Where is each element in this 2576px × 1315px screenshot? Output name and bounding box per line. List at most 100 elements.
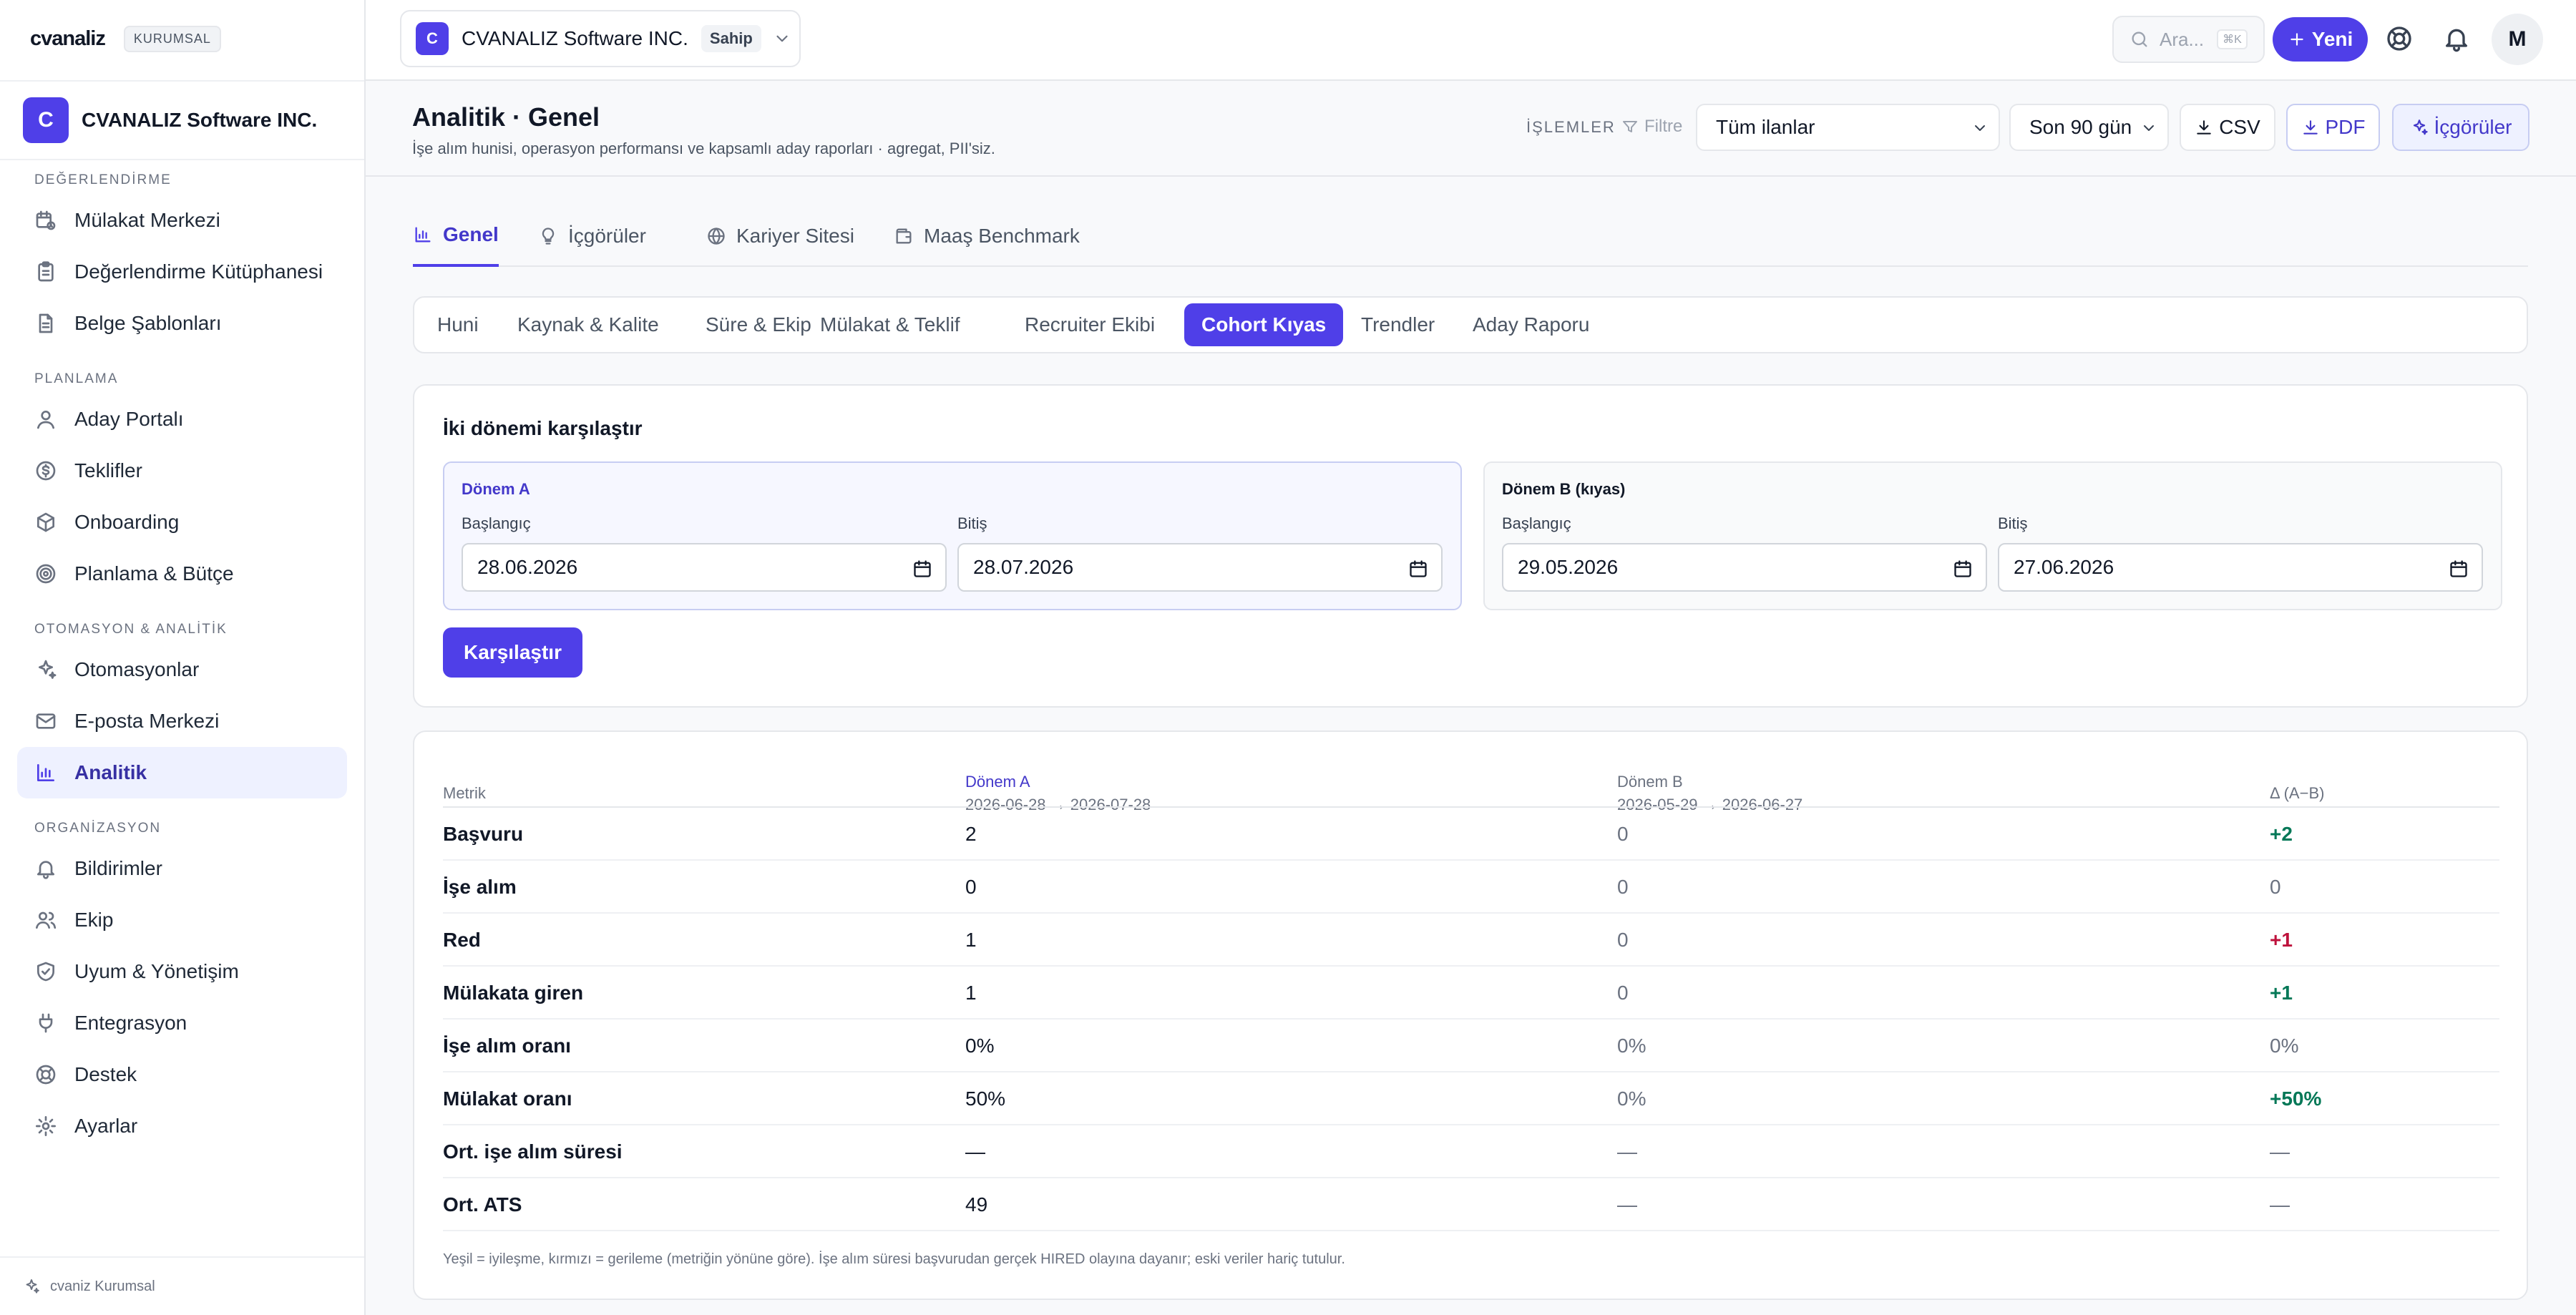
sidebar-item-analitik[interactable]: Analitik [17, 747, 347, 798]
metric-name: Başvuru [443, 823, 524, 845]
sidebar-section-title: OTOMASYON & ANALİTİK [34, 622, 228, 637]
metric-name: Red [443, 929, 481, 951]
tab-3[interactable]: Maaş Benchmark [894, 205, 1080, 267]
sidebar-item-label: Teklifler [74, 459, 142, 481]
globe-icon [708, 228, 725, 245]
sparkles-icon [2413, 119, 2428, 135]
new-button-label: Yeni [2311, 28, 2353, 50]
sidebar-item-label: Değerlendirme Kütüphanesi [74, 260, 323, 283]
insights-button[interactable]: İçgörüler [2392, 104, 2529, 151]
sidebar-item-onboarding[interactable]: Onboarding [17, 497, 347, 548]
subtab-0[interactable]: Huni [420, 303, 496, 346]
sidebar-item-uyum-yönetişim[interactable]: Uyum & Yönetişim [17, 946, 347, 997]
workspace-header[interactable]: C CVANALIZ Software INC. [0, 80, 364, 160]
sidebar-item-bildirimler[interactable]: Bildirimler [17, 843, 347, 894]
calendar-icon[interactable] [1408, 559, 1428, 579]
workspace-selector[interactable]: C CVANALIZ Software INC. Sahip [400, 10, 801, 67]
sidebar-item-label: Destek [74, 1063, 137, 1085]
range-filter-select[interactable]: Son 90 gün [2009, 104, 2169, 151]
workspace-avatar-small: C [416, 22, 449, 55]
search-box[interactable]: Ara... ⌘K [2112, 16, 2265, 63]
delta-value: +1 [2270, 929, 2293, 951]
new-button[interactable]: Yeni [2273, 17, 2368, 62]
tab-1[interactable]: İçgörüler [538, 205, 646, 267]
sidebar-item-planlama-bütçe[interactable]: Planlama & Bütçe [17, 548, 347, 600]
topbar: C CVANALIZ Software INC. Sahip Ara... ⌘K… [366, 0, 2576, 81]
table-row: İşe alım 0 0 0 [443, 861, 2499, 914]
period-a-value: 2 [965, 823, 977, 845]
sidebar-item-entegrasyon[interactable]: Entegrasyon [17, 997, 347, 1049]
sparkles-icon [26, 1279, 39, 1294]
sidebar-item-teklifler[interactable]: Teklifler [17, 445, 347, 497]
help-lifebuoy-icon[interactable] [2385, 24, 2414, 53]
sidebar-section-title: ORGANİZASYON [34, 821, 162, 836]
period-a-end-input[interactable]: 28.07.2026 [957, 543, 1443, 592]
calendar-clock-icon [36, 210, 56, 230]
period-b-start-value: 29.05.2026 [1518, 556, 1619, 578]
sidebar-item-değerlendirme-kütüphanesi[interactable]: Değerlendirme Kütüphanesi [17, 246, 347, 298]
filter-text: Filtre [1644, 117, 1683, 136]
calendar-icon[interactable] [1953, 559, 1973, 579]
package-icon [37, 512, 54, 532]
results-card: Metrik Dönem A 2026-06-28 → 2026-07-28 D… [413, 730, 2528, 1300]
pdf-export-button[interactable]: PDF [2286, 104, 2380, 151]
tab-0[interactable]: Genel [413, 205, 499, 267]
page-title: Analitik · Genel [412, 102, 600, 132]
period-b-start-input[interactable]: 29.05.2026 [1502, 543, 1987, 592]
chevron-down-icon [776, 35, 788, 42]
period-a-start-input[interactable]: 28.06.2026 [462, 543, 947, 592]
metric-name: Mülakat oranı [443, 1087, 572, 1110]
subtab-1[interactable]: Kaynak & Kalite [500, 303, 676, 346]
period-a-value: 0 [965, 876, 977, 898]
period-b-end-input[interactable]: 27.06.2026 [1998, 543, 2483, 592]
sidebar-item-ayarlar[interactable]: Ayarlar [17, 1100, 347, 1152]
subtab-7[interactable]: Aday Raporu [1455, 303, 1606, 346]
table-note: Yeşil = iyileşme, kırmızı = gerileme (me… [443, 1251, 1345, 1267]
logo[interactable]: cvanaliz [30, 27, 106, 51]
table-row: Mülakata giren 1 0 +1 [443, 967, 2499, 1020]
metric-name: İşe alım oranı [443, 1035, 571, 1057]
user-avatar[interactable]: M [2492, 14, 2543, 65]
tab-2[interactable]: Kariyer Sitesi [706, 205, 854, 267]
subtab-3[interactable]: Mülakat & Teklif [803, 303, 977, 346]
insights-label: İçgörüler [2434, 116, 2512, 138]
subtab-6[interactable]: Trendler [1344, 303, 1452, 346]
sidebar-item-aday-portalı[interactable]: Aday Portalı [17, 393, 347, 445]
csv-export-button[interactable]: CSV [2180, 104, 2275, 151]
download-icon [2303, 120, 2318, 135]
subtab-4[interactable]: Recruiter Ekibi [1008, 303, 1172, 346]
period-b-value: 0 [1617, 823, 1629, 845]
brand: cvanaliz KURUMSAL [30, 26, 221, 52]
sidebar-item-label: E-posta Merkezi [74, 710, 220, 732]
delta-value: +50% [2270, 1087, 2322, 1110]
tab-label: Maaş Benchmark [924, 225, 1080, 247]
metric-name: Ort. ATS [443, 1193, 522, 1216]
sparkles-icon [39, 660, 57, 679]
sidebar-item-label: Aday Portalı [74, 408, 184, 430]
sidebar-item-label: Analitik [74, 761, 147, 783]
pdf-label: PDF [2325, 116, 2366, 138]
sidebar-item-destek[interactable]: Destek [17, 1049, 347, 1100]
page-header: Analitik · Genel İşe alım hunisi, operas… [366, 81, 2576, 177]
job-filter-select[interactable]: Tüm ilanlar [1696, 104, 2000, 151]
sub-tabs: Huni Kaynak & Kalite Süre & Ekip Mülakat & … [413, 296, 2528, 353]
sidebar-item-mülakat-merkezi[interactable]: Mülakat Merkezi [17, 195, 347, 246]
sidebar-item-label: Ekip [74, 909, 114, 931]
sidebar-item-belge-şablonları[interactable]: Belge Şablonları [17, 298, 347, 349]
sidebar-section-title: PLANLAMA [34, 371, 119, 386]
lifebuoy-icon [36, 1065, 56, 1085]
sidebar-item-otomasyonlar[interactable]: Otomasyonlar [17, 644, 347, 695]
period-b-end-value: 27.06.2026 [2014, 556, 2114, 578]
subtab-5[interactable]: Cohort Kıyas [1184, 303, 1344, 346]
calendar-icon[interactable] [912, 559, 932, 579]
compare-button[interactable]: Karşılaştır [443, 627, 582, 678]
sidebar-item-e-posta-merkezi[interactable]: E-posta Merkezi [17, 695, 347, 747]
plus-icon [2290, 33, 2303, 46]
bell-icon[interactable] [2442, 24, 2471, 53]
bell-icon [37, 861, 54, 879]
calendar-icon[interactable] [2449, 559, 2469, 579]
sidebar-item-label: Uyum & Yönetişim [74, 960, 239, 982]
file-text-icon [39, 313, 53, 333]
period-a-label: Dönem A [462, 480, 530, 498]
sidebar-item-ekip[interactable]: Ekip [17, 894, 347, 946]
